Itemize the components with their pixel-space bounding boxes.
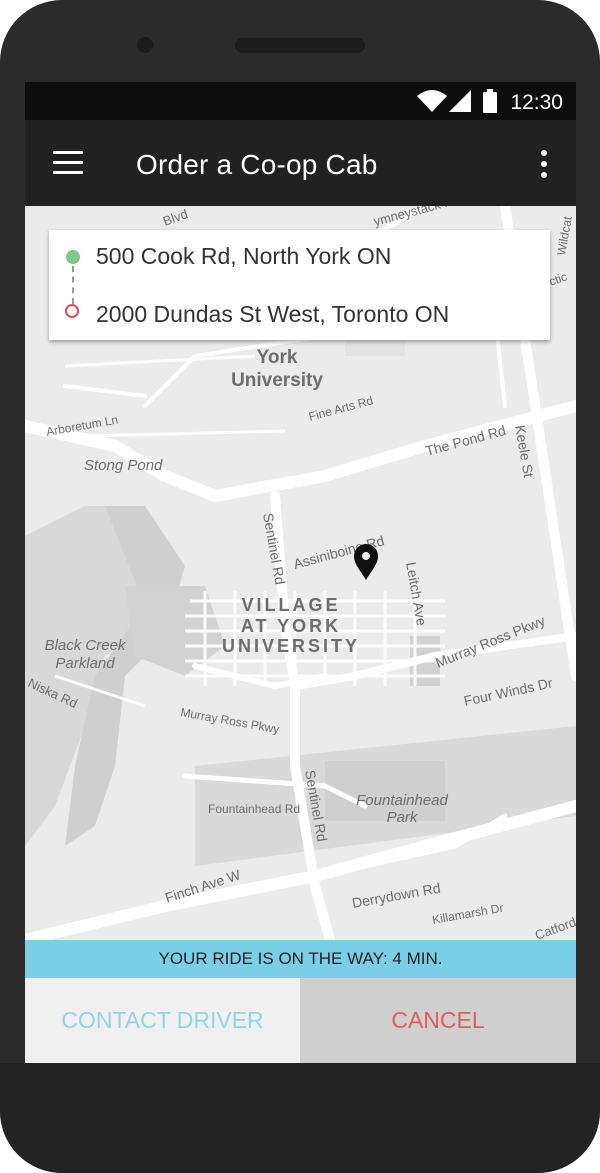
map-label: Parkland <box>55 655 115 672</box>
screen: 12:30 Order a Co-op Cab Blvd ymneystack … <box>25 82 576 1063</box>
contact-driver-button[interactable]: CONTACT DRIVER <box>25 978 300 1063</box>
map-label: University <box>231 370 323 391</box>
page-title: Order a Co-op Cab <box>136 149 378 180</box>
app-bar: Order a Co-op Cab <box>25 120 576 206</box>
route-card[interactable]: 500 Cook Rd, North York ON 2000 Dundas S… <box>49 230 550 340</box>
status-time: 12:30 <box>510 91 563 114</box>
phone-chin <box>0 1063 600 1173</box>
map-label: York <box>257 347 298 368</box>
map-label: AT YORK <box>241 616 341 636</box>
map-label: Fountainhead <box>356 792 448 809</box>
origin-address[interactable]: 500 Cook Rd, North York ON <box>96 243 391 270</box>
eta-banner: YOUR RIDE IS ON THE WAY: 4 MIN. <box>25 940 576 978</box>
map-label: Stong Pond <box>84 457 163 474</box>
destination-address[interactable]: 2000 Dundas St West, Toronto ON <box>96 301 449 328</box>
origin-dot-icon <box>66 250 80 264</box>
status-bar: 12:30 <box>25 82 576 120</box>
menu-icon[interactable] <box>53 151 83 175</box>
destination-dot-icon <box>65 304 79 318</box>
action-bar: CONTACT DRIVER CANCEL <box>25 978 576 1063</box>
speaker-grille <box>235 38 365 53</box>
wifi-icon <box>417 90 447 112</box>
route-connector <box>72 266 74 304</box>
map-label: VILLAGE <box>241 595 340 615</box>
battery-icon <box>483 89 497 113</box>
front-camera <box>137 37 153 53</box>
cancel-button[interactable]: CANCEL <box>300 978 576 1063</box>
map-label: Fountainhead Rd <box>208 802 300 816</box>
map-label: Black Creek <box>45 637 127 654</box>
signal-icon <box>449 90 471 112</box>
more-options-icon[interactable] <box>540 150 548 178</box>
map-label: UNIVERSITY <box>222 636 360 656</box>
phone-frame: 12:30 Order a Co-op Cab Blvd ymneystack … <box>0 0 600 1173</box>
map-label: Park <box>387 809 419 826</box>
